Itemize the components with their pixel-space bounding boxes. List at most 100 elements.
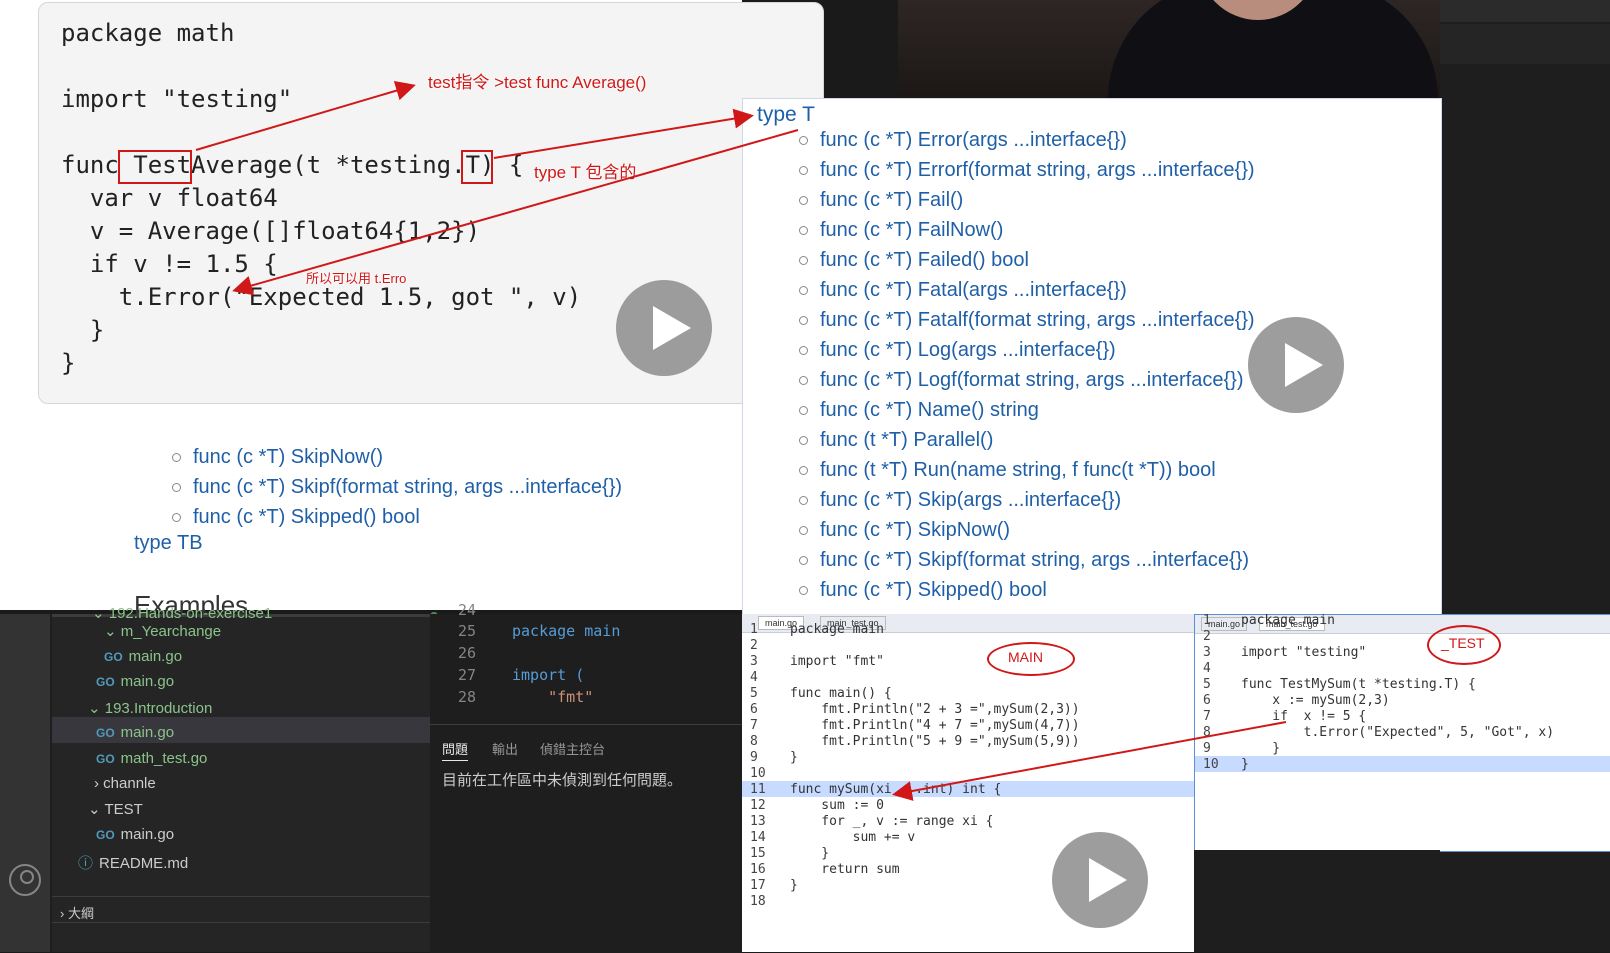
code-line: sum += v	[790, 830, 915, 845]
doc-item[interactable]: func (c *T) Errorf(format string, args .…	[799, 159, 1255, 182]
type-tb-link[interactable]: type TB	[134, 532, 203, 555]
code-line: for _, v := range xi {	[790, 814, 994, 829]
doc-item-label: func (c *T) Skipped() bool	[193, 506, 420, 528]
tree-item[interactable]: GOmath_test.goU	[96, 750, 456, 767]
tree-item-label: math_test.go	[121, 750, 208, 767]
annotation-error: 所以可以用 t.Erro	[306, 268, 406, 287]
code-line: }	[790, 846, 829, 861]
code-line: if x != 5 {	[1241, 709, 1366, 724]
activity-bar	[0, 614, 50, 952]
doc-item[interactable]: func (c *T) Log(args ...interface{})	[799, 339, 1116, 362]
tree-item[interactable]: ⌄ 193.Introduction	[88, 699, 448, 717]
tree-item[interactable]: GOmain.goU	[104, 648, 464, 665]
go-file-icon: GO	[96, 752, 115, 766]
tab-output[interactable]: 輸出	[492, 739, 518, 758]
line-number: 1	[1203, 613, 1211, 628]
play-button[interactable]	[1248, 317, 1344, 413]
line-number: 4	[1203, 661, 1211, 676]
divider	[52, 896, 430, 897]
tree-item[interactable]: ⌄ 192.Hands-on-exercise1	[92, 604, 452, 622]
line-number: 8	[1203, 725, 1211, 740]
tree-item-label: main.go	[121, 724, 174, 741]
code-line: v = Average([]float64{1,2})	[61, 217, 480, 245]
doc-item[interactable]: func (c *T) Skipped() bool	[799, 579, 1047, 602]
doc-item[interactable]: func (c *T) Failed() bool	[799, 249, 1029, 272]
code-line: import "testing"	[1241, 645, 1366, 660]
line-number: 9	[750, 750, 758, 765]
chevron-right-icon: ›	[94, 775, 103, 792]
tree-item-label: m_Yearchange	[121, 623, 221, 640]
annotation-type-t: type T 包含的	[534, 158, 636, 183]
doc-item-label: func (c *T) Skipped() bool	[820, 579, 1047, 601]
bullet-icon	[799, 286, 808, 295]
tree-item[interactable]: ⌄ TEST	[88, 800, 388, 818]
doc-item[interactable]: func (t *T) Parallel()	[799, 429, 993, 452]
play-button[interactable]	[616, 280, 712, 376]
doc-item[interactable]: func (c *T) Logf(format string, args ...…	[799, 369, 1244, 392]
doc-item[interactable]: func (c *T) FailNow()	[799, 219, 1003, 242]
doc-item[interactable]: func (c *T) Fatalf(format string, args .…	[799, 309, 1255, 332]
doc-item[interactable]: func (c *T) SkipNow()	[172, 446, 383, 469]
type-t-title[interactable]: type T	[757, 103, 815, 127]
code-line: }	[1241, 757, 1249, 772]
tree-item[interactable]: ⌄ m_Yearchange	[104, 622, 464, 640]
doc-item[interactable]: func (c *T) Skipped() bool	[172, 506, 420, 529]
doc-item[interactable]: func (c *T) Skipf(format string, args ..…	[799, 549, 1249, 572]
doc-item[interactable]: func (c *T) Skipf(format string, args ..…	[172, 476, 622, 499]
line-number: 9	[1203, 741, 1211, 756]
tree-item[interactable]: › channle	[94, 775, 394, 792]
line-number: 6	[750, 702, 758, 717]
annotation-test-cmd: test指令 >test func Average()	[428, 68, 646, 93]
doc-item[interactable]: func (c *T) SkipNow()	[799, 519, 1010, 542]
chevron-down-icon: ⌄	[92, 605, 109, 622]
doc-item[interactable]: func (t *T) Run(name string, f func(t *T…	[799, 459, 1216, 482]
bullet-icon	[799, 346, 808, 355]
editor-line: package main	[512, 622, 620, 640]
doc-item-label: func (c *T) Skipf(format string, args ..…	[820, 549, 1249, 571]
tab-debug-console[interactable]: 偵錯主控台	[540, 739, 605, 758]
doc-item[interactable]: func (c *T) Name() string	[799, 399, 1039, 422]
tree-item-selected[interactable]: GOmain.goU	[96, 724, 456, 741]
tab-problems[interactable]: 問題	[442, 739, 468, 761]
code-line: }	[790, 878, 798, 893]
account-icon[interactable]	[9, 864, 41, 896]
line-number: 14	[750, 830, 766, 845]
doc-item-label: func (t *T) Run(name string, f func(t *T…	[820, 459, 1216, 481]
chevron-right-icon: ›	[60, 906, 68, 921]
tree-item[interactable]: GOmain.goU	[96, 673, 456, 690]
line-number: 11	[750, 782, 766, 797]
doc-item-label: func (c *T) FailNow()	[820, 219, 1003, 241]
line-number: 16	[750, 862, 766, 877]
code-line: }	[61, 316, 104, 344]
play-button[interactable]	[1052, 832, 1148, 928]
current-line-highlight	[1195, 756, 1610, 772]
code-line: sum := 0	[790, 798, 884, 813]
tree-item-label: main.go	[129, 648, 182, 665]
code-line: t.Error("Expected", 5, "Got", x)	[1241, 725, 1554, 740]
code-line: import "testing"	[61, 85, 292, 113]
doc-item-label: func (c *T) Fatalf(format string, args .…	[820, 309, 1255, 331]
doc-item[interactable]: func (c *T) Skip(args ...interface{})	[799, 489, 1121, 512]
doc-item[interactable]: func (c *T) Error(args ...interface{})	[799, 129, 1127, 152]
code-line: if v != 1.5 {	[61, 250, 278, 278]
code-line: return sum	[790, 862, 900, 877]
code-line: import "fmt"	[790, 654, 884, 669]
bullet-icon	[799, 406, 808, 415]
doc-item[interactable]: func (c *T) Fail()	[799, 189, 963, 212]
chevron-down-icon: ⌄	[88, 801, 104, 818]
tree-item[interactable]: GOmain.go	[96, 826, 396, 843]
line-number: 2	[1203, 629, 1211, 644]
line-number: 17	[750, 878, 766, 893]
code-line: fmt.Println("5 + 9 =",mySum(5,9))	[790, 734, 1080, 749]
doc-item-label: func (c *T) SkipNow()	[193, 446, 383, 468]
tree-item[interactable]: ⓘREADME.md	[78, 852, 378, 873]
outline-section[interactable]: › 大綱	[60, 903, 94, 922]
bullet-icon	[799, 586, 808, 595]
go-file-icon: GO	[96, 726, 115, 740]
doc-item[interactable]: func (c *T) Fatal(args ...interface{})	[799, 279, 1127, 302]
line-number: 8	[750, 734, 758, 749]
line-number: 5	[750, 686, 758, 701]
go-file-icon: GO	[96, 675, 115, 689]
doc-item-label: func (c *T) Log(args ...interface{})	[820, 339, 1116, 361]
line-number: 3	[750, 654, 758, 669]
